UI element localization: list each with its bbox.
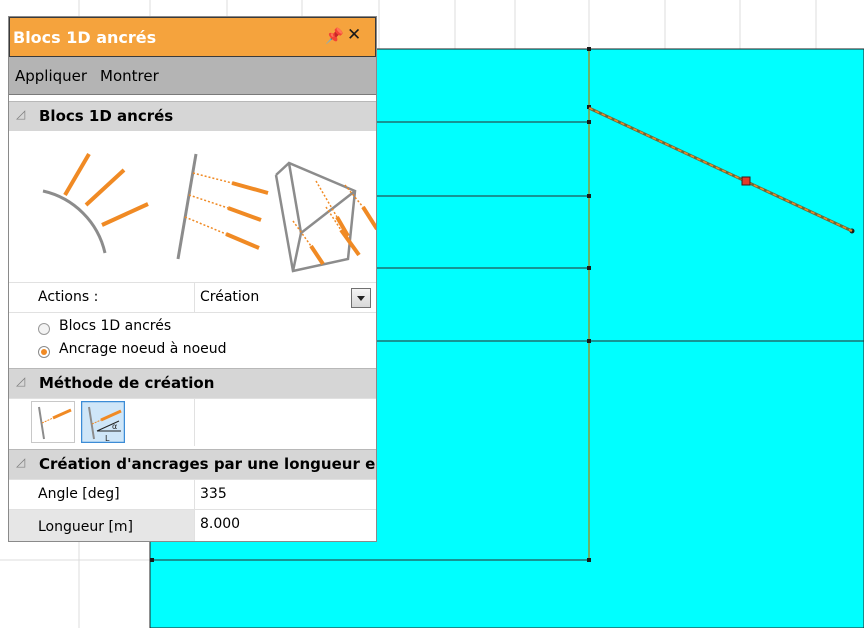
angle-label: Angle [deg]: [38, 486, 120, 502]
actions-label: Actions :: [38, 289, 99, 305]
collapse-icon[interactable]: ◿: [16, 107, 25, 121]
panel-title: Blocs 1D ancrés: [13, 28, 157, 47]
cube-anchor-bars: [292, 180, 376, 266]
panel-menu-bar: Appliquer Montrer: [9, 57, 376, 95]
radio-node-to-node-label[interactable]: Ancrage noeud à noeud: [59, 341, 227, 357]
method-angle-length-button[interactable]: α L: [81, 401, 125, 443]
length-value: 8.000: [200, 516, 241, 532]
svg-text:L: L: [105, 434, 110, 443]
radio-node-to-node[interactable]: [38, 346, 50, 358]
actions-dropdown[interactable]: Création: [195, 283, 376, 312]
length-row: Longueur [m] 8.000: [9, 509, 376, 541]
apply-button[interactable]: Appliquer: [15, 67, 87, 85]
length-field[interactable]: 8.000: [195, 510, 376, 541]
creation-options: Blocs 1D ancrés Ancrage noeud à noeud: [9, 312, 376, 364]
pin-icon[interactable]: 📌: [325, 27, 344, 45]
section-creation-by-length[interactable]: ◿ Création d'ancrages par une longueur e: [9, 449, 376, 479]
length-label: Longueur [m]: [38, 519, 134, 535]
show-button[interactable]: Montrer: [100, 67, 159, 85]
angle-row: Angle [deg] 335: [9, 479, 376, 509]
collapse-icon[interactable]: ◿: [16, 455, 25, 469]
chevron-down-icon[interactable]: [351, 288, 371, 308]
section-anchored-blocks-label: Blocs 1D ancrés: [39, 107, 174, 125]
section-anchored-blocks[interactable]: ◿ Blocs 1D ancrés: [9, 101, 376, 131]
radio-blocs-1d-label[interactable]: Blocs 1D ancrés: [59, 318, 171, 334]
anchored-blocks-illustration: [42, 152, 376, 273]
close-icon[interactable]: ✕: [347, 25, 361, 45]
angle-value: 335: [200, 486, 227, 502]
collapse-icon[interactable]: ◿: [16, 374, 25, 388]
actions-value: Création: [200, 289, 260, 305]
creation-method-row: α L: [9, 398, 376, 446]
anchored-blocks-panel: Blocs 1D ancrés 📌 ✕ Appliquer Montrer ◿ …: [8, 16, 377, 542]
actions-row: Actions : Création: [9, 282, 376, 312]
wall-anchors-figure: [176, 153, 269, 260]
anchor-midpoint-marker[interactable]: [741, 176, 751, 186]
angle-field[interactable]: 335: [195, 480, 376, 509]
section-creation-method-label: Méthode de création: [39, 374, 215, 392]
method-two-points-button[interactable]: [31, 401, 75, 443]
arc-anchors-figure: [42, 152, 149, 254]
radio-blocs-1d[interactable]: [38, 323, 50, 335]
svg-text:α: α: [112, 422, 117, 431]
section-creation-by-length-label: Création d'ancrages par une longueur e: [39, 455, 376, 473]
panel-title-bar[interactable]: Blocs 1D ancrés 📌 ✕: [9, 17, 376, 57]
section-creation-method[interactable]: ◿ Méthode de création: [9, 368, 376, 398]
